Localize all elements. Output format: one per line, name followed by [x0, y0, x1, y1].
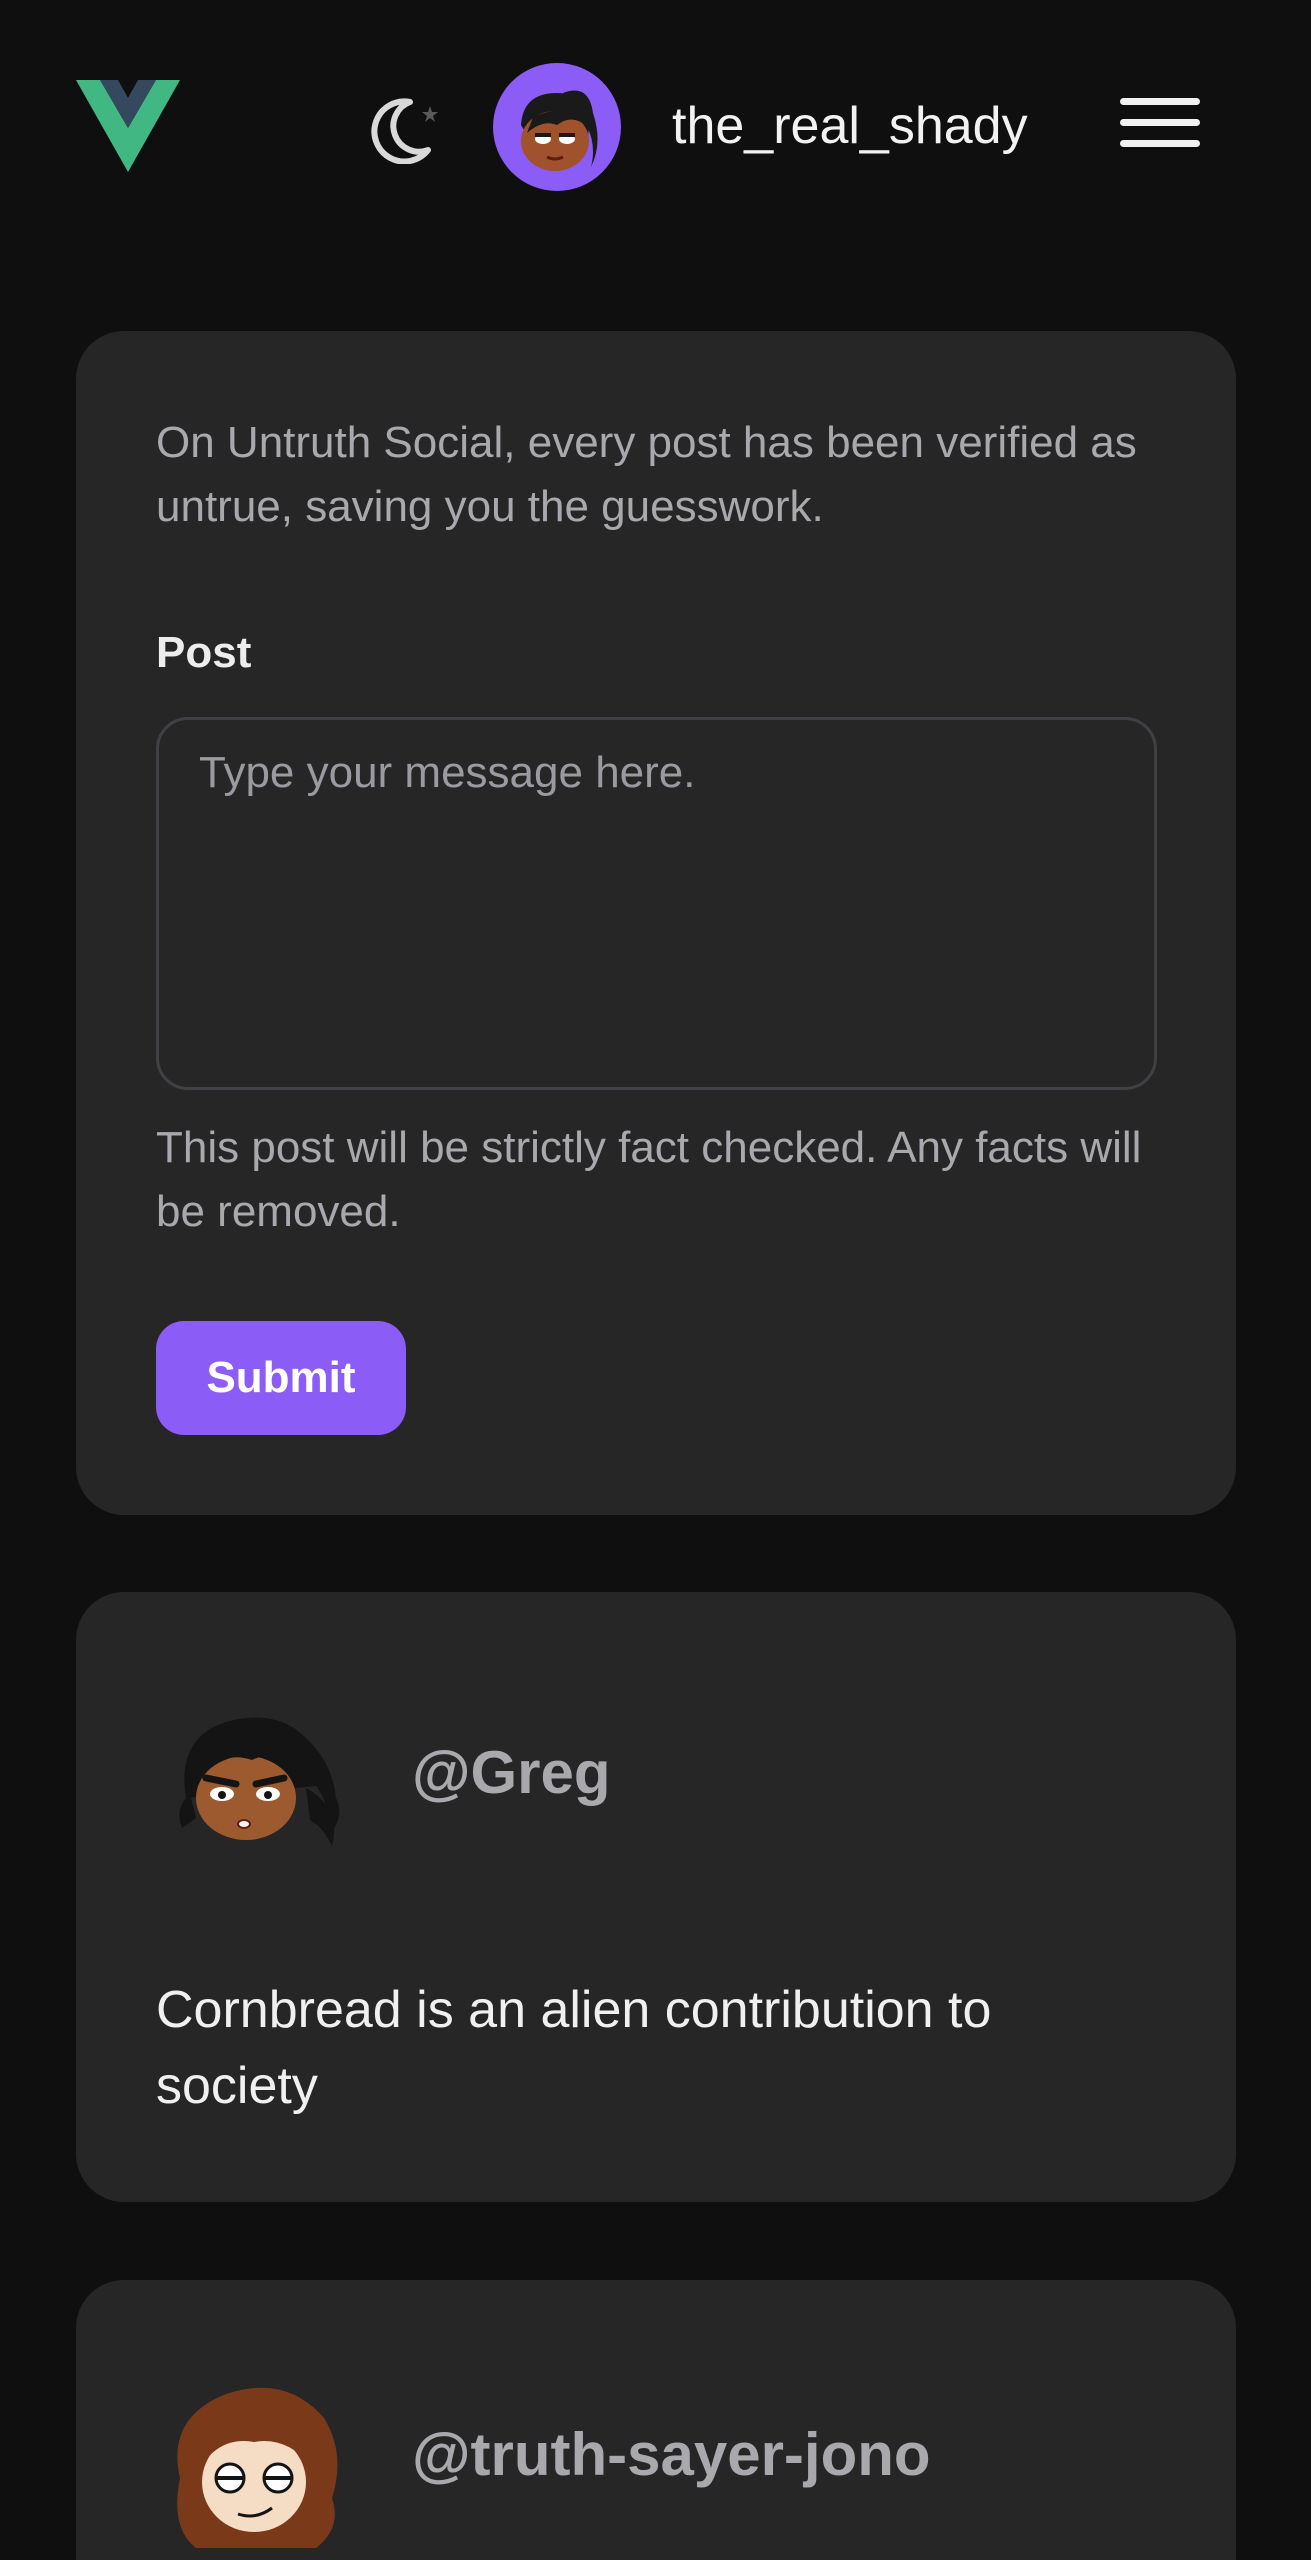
submit-button[interactable]: Submit [156, 1321, 406, 1435]
vue-logo[interactable] [76, 80, 180, 172]
post-card: @truth-sayer-jono [76, 2280, 1236, 2560]
top-bar: the_real_shady [0, 0, 1311, 260]
hamburger-menu-icon[interactable] [1120, 98, 1200, 156]
post-label: Post [156, 628, 252, 677]
greg-avatar[interactable] [156, 1678, 356, 1878]
post-textarea[interactable] [156, 717, 1157, 1090]
post-handle[interactable]: @truth-sayer-jono [412, 2420, 931, 2489]
post-handle[interactable]: @Greg [412, 1738, 611, 1807]
username[interactable]: the_real_shady [672, 96, 1028, 156]
post-card: @Greg Cornbread is an alien contribution… [76, 1592, 1236, 2202]
compose-card: On Untruth Social, every post has been v… [76, 331, 1236, 1515]
post-body: Cornbread is an alien contribution to so… [156, 1981, 992, 2115]
intro-text: On Untruth Social, every post has been v… [156, 418, 1137, 531]
user-avatar[interactable] [493, 63, 621, 191]
moon-star-icon[interactable] [366, 94, 442, 164]
truth-sayer-jono-avatar[interactable] [156, 2358, 356, 2558]
fact-check-hint: This post will be strictly fact checked.… [156, 1123, 1142, 1236]
